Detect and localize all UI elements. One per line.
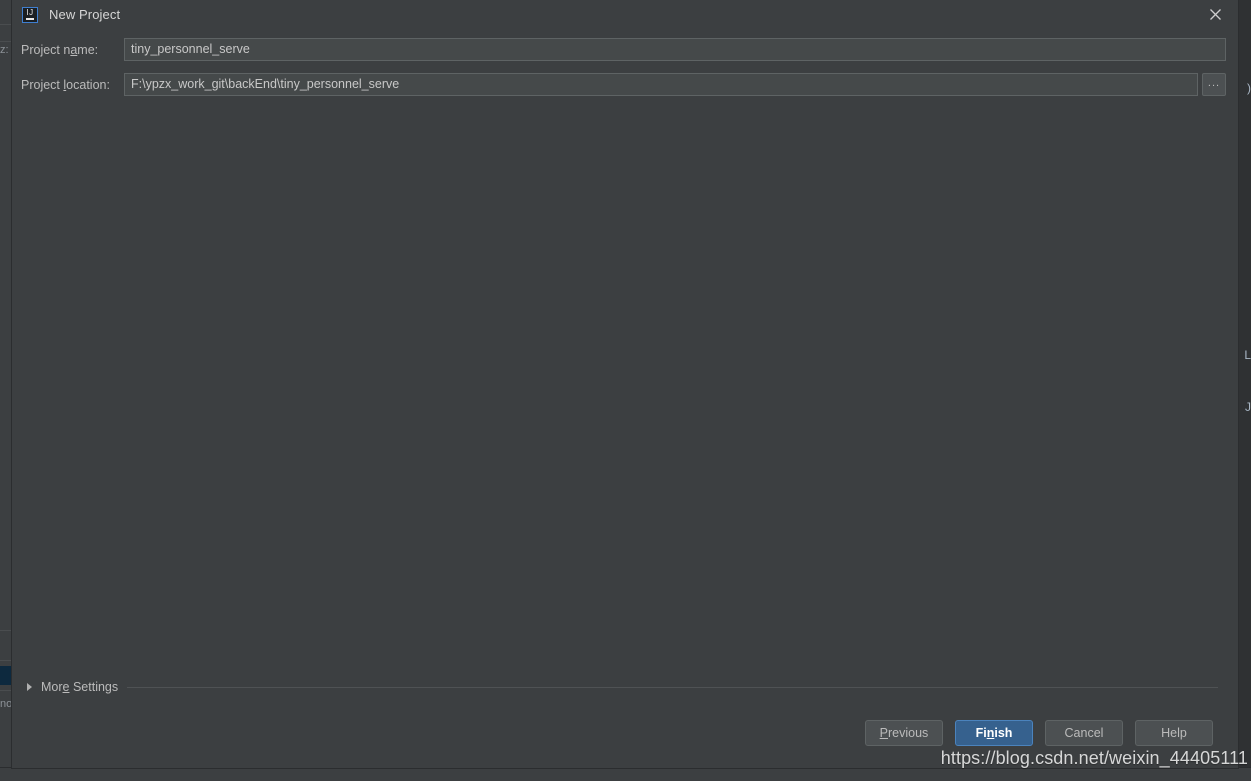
csdn-watermark: https://blog.csdn.net/weixin_44405111 [940, 748, 1248, 768]
background-bottom-strip [0, 767, 1251, 781]
project-name-label: Project name: [21, 42, 99, 57]
more-settings-separator [127, 686, 1218, 688]
button-label: Fi [975, 726, 987, 740]
intellij-idea-icon-text: IJ [26, 7, 34, 17]
close-button[interactable] [1193, 0, 1238, 29]
finish-button[interactable]: Fi n ish [955, 720, 1033, 746]
background-divider [0, 24, 12, 25]
dialog-titlebar: IJ New Project [12, 0, 1238, 29]
close-icon [1210, 9, 1221, 20]
browse-folder-button[interactable]: ... [1202, 73, 1226, 96]
button-label-tail: ish [994, 726, 1013, 740]
project-location-row: Project location: F:\ypzx_work_git\backE… [12, 73, 1238, 96]
background-text-fragment: z: [0, 44, 9, 56]
intellij-idea-icon: IJ [22, 6, 38, 23]
project-name-row: Project name: tiny_personnel_serve [12, 38, 1238, 61]
background-divider [0, 660, 12, 661]
background-divider [0, 41, 12, 42]
project-location-input[interactable]: F:\ypzx_work_git\backEnd\tiny_personnel_… [124, 73, 1198, 96]
dialog-content-area [12, 108, 1238, 677]
dialog-title: New Project [49, 7, 121, 22]
project-location-label: Project location: [21, 77, 110, 92]
background-text-fragment: no [0, 698, 13, 710]
project-name-input[interactable]: tiny_personnel_serve [124, 38, 1226, 61]
more-settings-label[interactable]: More Settings [41, 680, 118, 694]
intellij-idea-icon-bar [26, 17, 34, 20]
button-label: Cancel [1064, 726, 1104, 740]
new-project-dialog: IJ New Project Project name: tiny_person… [12, 0, 1238, 768]
project-form: Project name: tiny_personnel_serve Proje… [12, 29, 1238, 108]
chevron-right-icon[interactable] [27, 683, 32, 691]
button-mnemonic: P [879, 726, 889, 740]
help-button[interactable]: Help [1135, 720, 1213, 746]
button-label: Help [1161, 726, 1187, 740]
background-selected-row [0, 666, 12, 685]
button-mnemonic: n [986, 726, 995, 740]
background-right-strip [1237, 0, 1251, 781]
background-divider [0, 630, 12, 631]
background-text-fragment: L [1244, 349, 1251, 362]
cancel-button[interactable]: Cancel [1045, 720, 1123, 746]
background-text-fragment: ) [1247, 82, 1251, 95]
background-text-fragment: J [1245, 401, 1251, 414]
background-divider [0, 690, 12, 691]
more-settings-row[interactable]: More Settings [12, 677, 1238, 697]
button-label-tail: revious [888, 726, 929, 740]
previous-button[interactable]: Previous [865, 720, 943, 746]
screen: z: no ) L J IJ New Project Project name: ti… [0, 0, 1251, 781]
